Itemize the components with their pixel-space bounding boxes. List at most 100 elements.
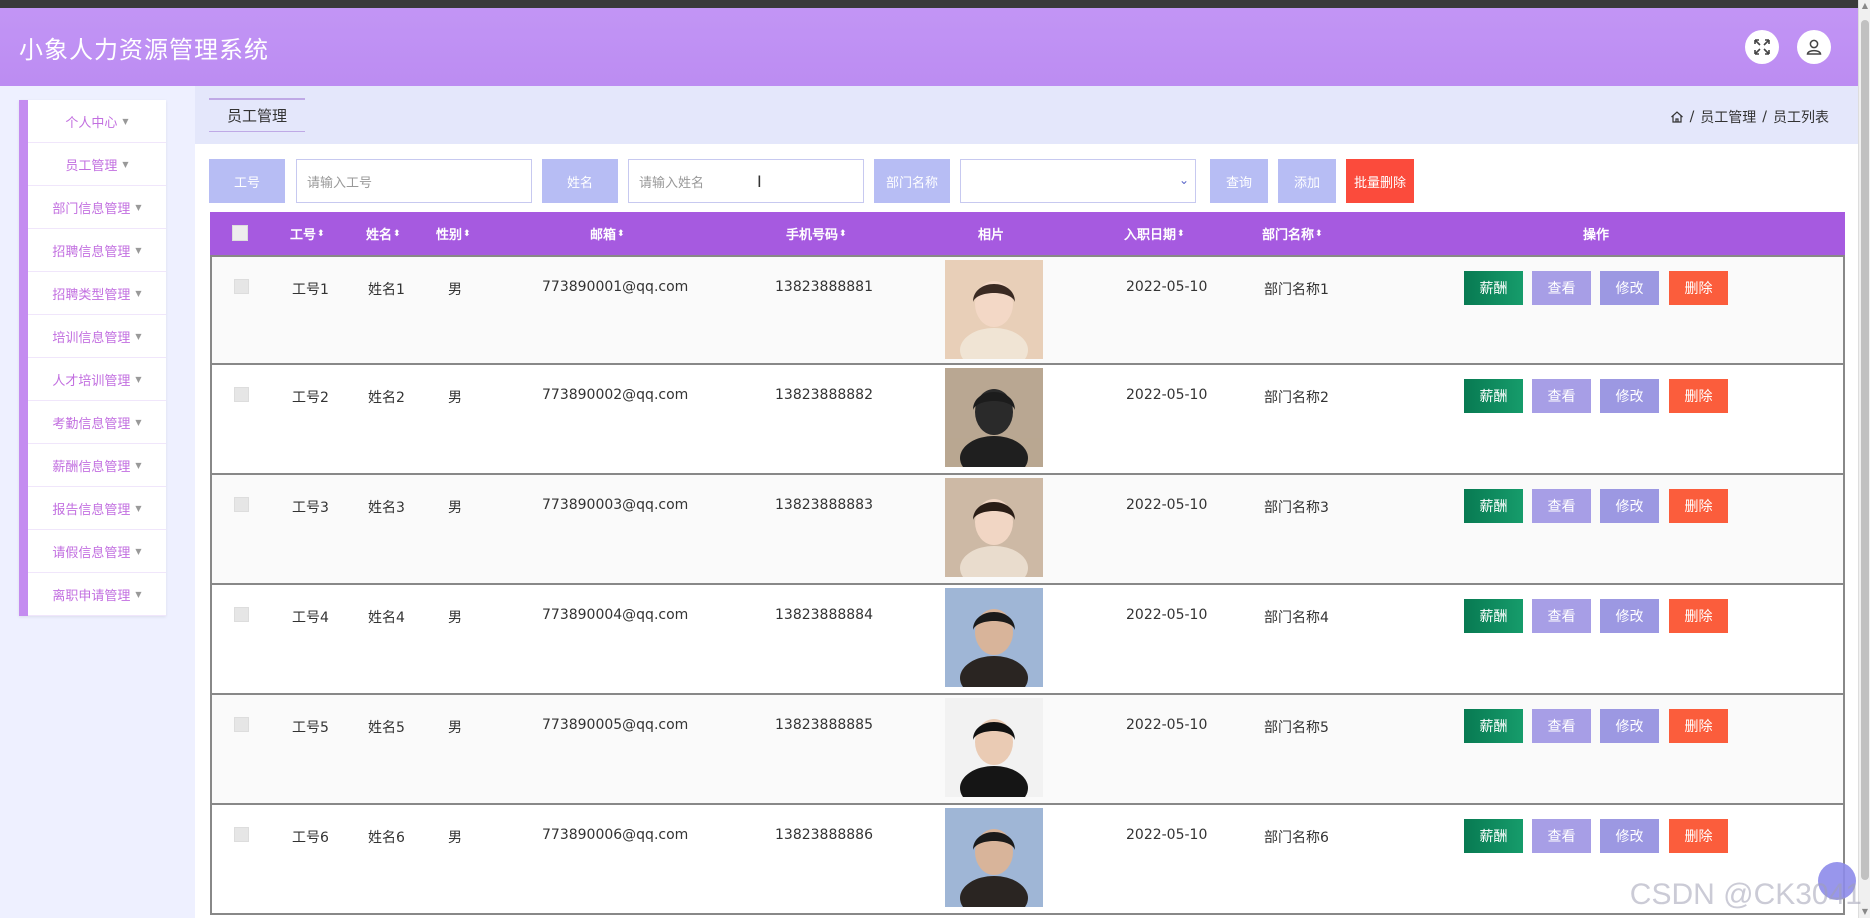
salary-button[interactable]: 薪酬 [1464,819,1523,853]
cell-email: 773890006@qq.com [542,827,689,843]
employee-photo-image [945,478,1043,590]
breadcrumb-level2: 员工列表 [1773,110,1829,126]
salary-button[interactable]: 薪酬 [1464,489,1523,523]
sidebar-item[interactable]: 考勤信息管理 ▼ [28,401,166,444]
th-actions-label: 操作 [1583,228,1610,243]
cell-phone: 13823888883 [775,497,873,513]
employee-photo [945,478,1043,590]
row-checkbox[interactable] [234,607,249,622]
cell-phone: 13823888882 [775,387,873,403]
cell-join-date: 2022-05-10 [1126,607,1208,623]
text-cursor-icon: I [757,172,762,191]
query-button[interactable]: 查询 [1210,159,1268,203]
cell-dept: 部门名称3 [1264,500,1329,516]
sidebar-item[interactable]: 薪酬信息管理 ▼ [28,444,166,487]
name-input[interactable]: 请输入姓名 [628,159,864,203]
delete-button[interactable]: 删除 [1669,379,1728,413]
salary-button[interactable]: 薪酬 [1464,271,1523,305]
row-checkbox[interactable] [234,717,249,732]
th-name[interactable]: 姓名 ⬍ [366,212,401,255]
edit-button[interactable]: 修改 [1600,819,1659,853]
sidebar-item[interactable]: 个人中心 ▼ [28,100,166,143]
dept-select[interactable]: ⌄ [960,159,1196,203]
sidebar-item[interactable]: 请假信息管理 ▼ [28,530,166,573]
scroll-up-icon[interactable]: ▲ [1861,2,1869,10]
cell-phone: 13823888881 [775,279,873,295]
th-gender[interactable]: 性别 ⬍ [436,212,471,255]
caret-down-icon: ▼ [135,331,142,341]
th-dept[interactable]: 部门名称 ⬍ [1262,212,1323,255]
view-button[interactable]: 查看 [1532,709,1591,743]
th-email[interactable]: 邮箱 ⬍ [590,212,625,255]
edit-button[interactable]: 修改 [1600,489,1659,523]
sidebar-item[interactable]: 招聘类型管理 ▼ [28,272,166,315]
th-photo-label: 相片 [978,228,1005,243]
sort-icon: ⬍ [839,228,847,239]
cell-dept: 部门名称1 [1264,282,1329,298]
sort-icon: ⬍ [1177,228,1185,239]
user-icon [1806,39,1822,55]
scroll-down-icon[interactable]: ▼ [1861,908,1869,916]
sidebar-item[interactable]: 培训信息管理 ▼ [28,315,166,358]
sidebar-item[interactable]: 人才培训管理 ▼ [28,358,166,401]
user-button[interactable] [1797,30,1831,64]
delete-button[interactable]: 删除 [1669,271,1728,305]
delete-button[interactable]: 删除 [1669,709,1728,743]
window-top-strip [0,0,1858,8]
row-checkbox[interactable] [234,827,249,842]
view-button[interactable]: 查看 [1532,599,1591,633]
th-dept-label: 部门名称 [1262,228,1315,243]
page-scrollbar[interactable]: ▲ ▼ [1858,0,1870,918]
edit-button[interactable]: 修改 [1600,709,1659,743]
th-join-date[interactable]: 入职日期 ⬍ [1124,212,1185,255]
caret-down-icon: ▼ [135,503,142,513]
row-checkbox[interactable] [234,497,249,512]
sidebar-item-label: 离职申请管理 [52,588,131,604]
fullscreen-icon [1754,39,1770,55]
sidebar-item-label: 招聘类型管理 [52,287,131,303]
row-checkbox[interactable] [234,387,249,402]
add-button[interactable]: 添加 [1278,159,1336,203]
cell-id: 工号5 [292,720,329,736]
tab-employee-management[interactable]: 员工管理 [209,98,305,132]
home-icon[interactable] [1670,110,1684,124]
caret-down-icon: ▼ [135,417,142,427]
sidebar-item[interactable]: 部门信息管理 ▼ [28,186,166,229]
sidebar-item[interactable]: 招聘信息管理 ▼ [28,229,166,272]
scrollbar-thumb[interactable] [1861,20,1869,880]
delete-button[interactable]: 删除 [1669,489,1728,523]
edit-button[interactable]: 修改 [1600,271,1659,305]
delete-button[interactable]: 删除 [1669,599,1728,633]
view-button[interactable]: 查看 [1532,271,1591,305]
salary-button[interactable]: 薪酬 [1464,709,1523,743]
sidebar-item[interactable]: 离职申请管理 ▼ [28,573,166,616]
salary-button[interactable]: 薪酬 [1464,599,1523,633]
sidebar-item[interactable]: 报告信息管理 ▼ [28,487,166,530]
cell-id: 工号6 [292,830,329,846]
cell-dept: 部门名称2 [1264,390,1329,406]
th-id[interactable]: 工号 ⬍ [290,212,325,255]
app-header: 小象人力资源管理系统 [0,8,1858,86]
sidebar-item-label: 人才培训管理 [52,373,131,389]
edit-button[interactable]: 修改 [1600,599,1659,633]
view-button[interactable]: 查看 [1532,819,1591,853]
view-button[interactable]: 查看 [1532,489,1591,523]
batch-delete-button[interactable]: 批量删除 [1346,159,1414,203]
edit-button[interactable]: 修改 [1600,379,1659,413]
cell-join-date: 2022-05-10 [1126,279,1208,295]
select-all-checkbox[interactable] [232,225,248,241]
sidebar-item[interactable]: 员工管理 ▼ [28,143,166,186]
row-checkbox[interactable] [234,279,249,294]
th-phone[interactable]: 手机号码 ⬍ [786,212,847,255]
sort-icon: ⬍ [1315,228,1323,239]
salary-button[interactable]: 薪酬 [1464,379,1523,413]
th-email-label: 邮箱 [590,228,617,243]
cell-name: 姓名3 [368,500,405,516]
table-row: 工号6 姓名6 男 773890006@qq.com 13823888886 2022-0… [210,805,1845,918]
delete-button[interactable]: 删除 [1669,819,1728,853]
view-button[interactable]: 查看 [1532,379,1591,413]
id-input[interactable]: 请输入工号 [296,159,532,203]
cell-gender: 男 [448,390,462,406]
fullscreen-button[interactable] [1745,30,1779,64]
breadcrumb-level1[interactable]: 员工管理 [1700,107,1756,127]
